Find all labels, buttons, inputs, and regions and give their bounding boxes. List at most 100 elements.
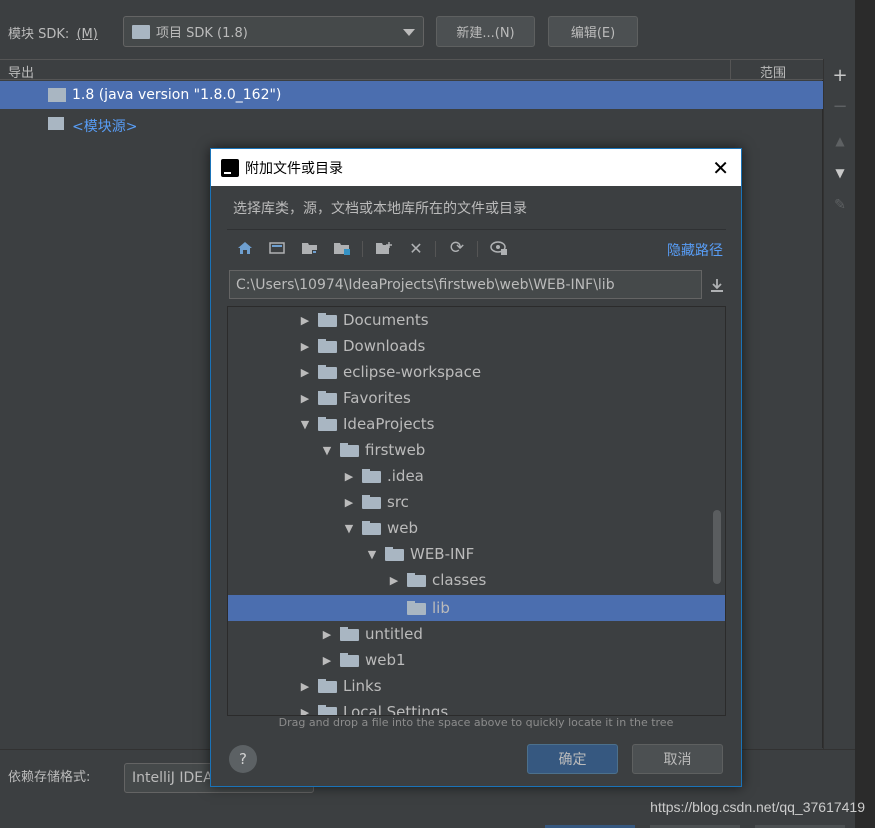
- tree-item-label: firstweb: [365, 441, 426, 459]
- tree-item[interactable]: ▶ untitled: [228, 621, 725, 647]
- dialog-title: 附加文件或目录: [245, 160, 343, 177]
- module-source-icon: [48, 117, 64, 130]
- folder-icon: [318, 365, 337, 379]
- collapse-arrow-icon[interactable]: ▼: [320, 444, 334, 457]
- tree-item[interactable]: ▶ classes: [228, 567, 725, 593]
- table-row[interactable]: 1.8 (java version "1.8.0_162"): [0, 81, 823, 109]
- folder-icon: [362, 469, 381, 483]
- expand-arrow-icon[interactable]: ▶: [298, 706, 312, 716]
- ok-button[interactable]: 确定: [527, 744, 618, 774]
- tree-item-label: Links: [343, 677, 382, 695]
- toolbar-divider: [362, 241, 363, 257]
- expand-arrow-icon[interactable]: ▶: [342, 470, 356, 483]
- new-sdk-button[interactable]: 新建...(N): [436, 16, 535, 47]
- tree-item[interactable]: ▶ web1: [228, 647, 725, 673]
- dialog-title-bar: 附加文件或目录 ✕: [211, 149, 741, 186]
- collapse-arrow-icon[interactable]: ▼: [298, 418, 312, 431]
- expand-arrow-icon[interactable]: ▶: [342, 496, 356, 509]
- divider: [227, 229, 726, 230]
- tree-item[interactable]: ▼ web: [228, 515, 725, 541]
- intellij-logo-icon: [221, 158, 239, 177]
- tree-item[interactable]: ▼ firstweb: [228, 437, 725, 463]
- tree-item[interactable]: ▶ Favorites: [228, 385, 725, 411]
- tree-item[interactable]: ▶ Local Settings: [228, 699, 725, 716]
- tree-item-label: web1: [365, 651, 406, 669]
- expand-arrow-icon[interactable]: ▶: [320, 628, 334, 641]
- dialog-description: 选择库类，源，文档或本地库所在的文件或目录: [233, 201, 527, 217]
- move-down-icon[interactable]: ▼: [832, 165, 848, 181]
- tree-item-label: untitled: [365, 625, 423, 643]
- expand-arrow-icon[interactable]: ▶: [298, 314, 312, 327]
- file-tree[interactable]: ▶ Documents ▶ Downloads ▶ eclipse-workspace…: [227, 306, 726, 716]
- expand-arrow-icon[interactable]: ▶: [320, 654, 334, 667]
- drag-drop-hint: Drag and drop a file into the space abov…: [278, 716, 674, 729]
- tree-item[interactable]: ▼ IdeaProjects: [228, 411, 725, 437]
- help-button[interactable]: ?: [229, 745, 257, 773]
- folder-icon: [362, 521, 381, 535]
- row-label: 1.8 (java version "1.8.0_162"): [72, 87, 282, 103]
- tree-item[interactable]: ▶ .idea: [228, 463, 725, 489]
- folder-icon: [340, 627, 359, 641]
- tree-item[interactable]: ▶ Downloads: [228, 333, 725, 359]
- col-export-header[interactable]: 导出: [8, 62, 34, 81]
- tree-item[interactable]: ▶ src: [228, 489, 725, 515]
- background-editor-strip: [855, 0, 875, 828]
- tree-item-label: classes: [432, 571, 487, 589]
- desktop-icon[interactable]: [266, 237, 288, 259]
- folder-icon: [318, 417, 337, 431]
- col-scope-header[interactable]: 范围: [760, 62, 786, 81]
- tree-item[interactable]: ▶ eclipse-workspace: [228, 359, 725, 385]
- project-folder-icon[interactable]: [299, 237, 321, 259]
- delete-icon[interactable]: ✕: [405, 237, 427, 259]
- tree-item-label: Documents: [343, 311, 429, 329]
- table-row[interactable]: <模块源>: [0, 111, 823, 137]
- tree-item-label: web: [387, 519, 419, 537]
- collapse-arrow-icon[interactable]: ▼: [342, 522, 356, 535]
- module-sdk-select[interactable]: 项目 SDK (1.8): [123, 16, 424, 47]
- collapse-arrow-icon[interactable]: ▼: [365, 548, 379, 561]
- jdk-folder-icon: [48, 88, 66, 102]
- edit-sdk-button[interactable]: 编辑(E): [548, 16, 638, 47]
- tree-scrollbar[interactable]: [713, 510, 721, 584]
- tree-item-label: IdeaProjects: [343, 415, 435, 433]
- tree-item[interactable]: ▶ Links: [228, 673, 725, 699]
- tree-item[interactable]: ▶ Documents: [228, 307, 725, 333]
- chevron-down-icon: [403, 29, 415, 36]
- tree-item-label: WEB-INF: [410, 545, 475, 563]
- row-label: <模块源>: [72, 119, 138, 135]
- tree-item-selected[interactable]: lib: [228, 595, 725, 621]
- tree-item-label: src: [387, 493, 409, 511]
- expand-arrow-icon[interactable]: ▶: [298, 392, 312, 405]
- edit-icon[interactable]: ✎: [832, 197, 848, 213]
- table-side-toolbar: + − ▲ ▼ ✎: [823, 59, 855, 749]
- folder-icon: [385, 547, 404, 561]
- path-input[interactable]: C:\Users\10974\IdeaProjects\firstweb\web…: [229, 270, 702, 299]
- cancel-button[interactable]: 取消: [632, 744, 723, 774]
- folder-icon: [407, 573, 426, 587]
- expand-arrow-icon[interactable]: ▶: [298, 680, 312, 693]
- home-icon[interactable]: [234, 237, 256, 259]
- folder-icon: [318, 313, 337, 327]
- add-icon[interactable]: +: [832, 67, 848, 85]
- folder-icon: [362, 495, 381, 509]
- folder-icon: [318, 679, 337, 693]
- attach-files-dialog: 附加文件或目录 ✕ 选择库类，源，文档或本地库所在的文件或目录 ✕ ⟳ 隐藏路径…: [210, 148, 742, 787]
- folder-icon: [340, 653, 359, 667]
- download-icon[interactable]: [706, 274, 728, 296]
- new-folder-icon[interactable]: [373, 237, 395, 259]
- toolbar-divider: [477, 241, 478, 257]
- tree-item[interactable]: ▼ WEB-INF: [228, 541, 725, 567]
- refresh-icon[interactable]: ⟳: [446, 237, 468, 259]
- show-hidden-icon[interactable]: [488, 237, 510, 259]
- module-folder-icon[interactable]: [331, 237, 353, 259]
- remove-icon[interactable]: −: [832, 98, 848, 116]
- hide-path-link[interactable]: 隐藏路径: [667, 240, 723, 260]
- expand-arrow-icon[interactable]: ▶: [387, 574, 401, 587]
- folder-icon: [340, 443, 359, 457]
- tree-item-label: Favorites: [343, 389, 411, 407]
- expand-arrow-icon[interactable]: ▶: [298, 340, 312, 353]
- expand-arrow-icon[interactable]: ▶: [298, 366, 312, 379]
- move-up-icon[interactable]: ▲: [832, 133, 848, 149]
- tree-item-label: lib: [432, 599, 450, 617]
- close-icon[interactable]: ✕: [712, 156, 729, 180]
